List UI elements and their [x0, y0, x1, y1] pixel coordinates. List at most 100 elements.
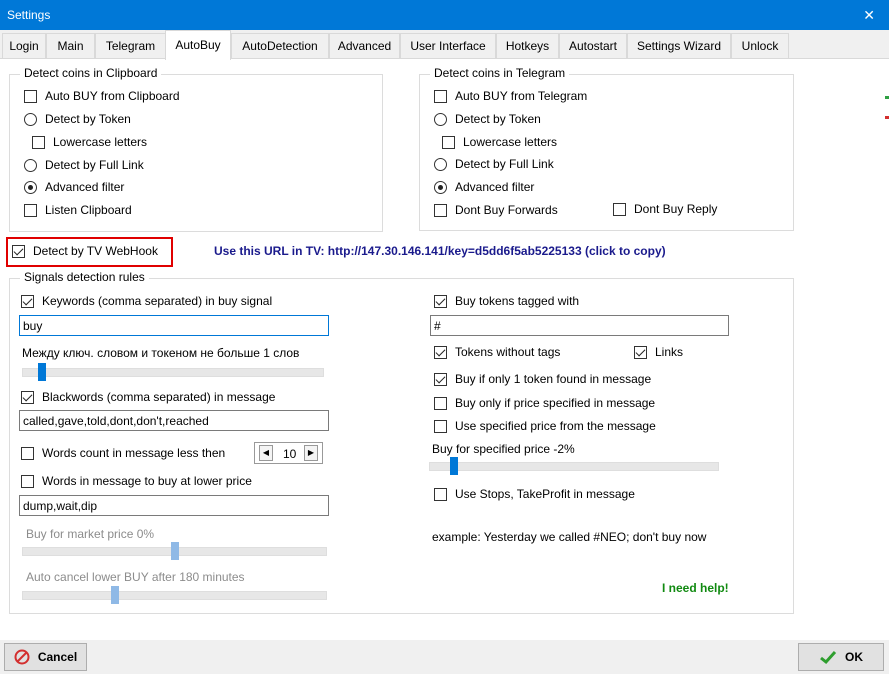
checkbox-box[interactable]	[434, 396, 447, 410]
dont-buy-reply-checkbox[interactable]: Dont Buy Reply	[613, 201, 717, 217]
without-tags-checkbox[interactable]: Tokens without tags	[434, 344, 560, 360]
dont-buy-forwards-checkbox[interactable]: Dont Buy Forwards	[434, 202, 558, 218]
checkbox-box[interactable]	[434, 419, 447, 433]
only-one-token-label: Buy if only 1 token found in message	[455, 372, 652, 386]
checkbox-box[interactable]	[634, 345, 647, 359]
specified-price-slider-track[interactable]	[429, 462, 719, 471]
telegram-detect-full-link-radio[interactable]: Detect by Full Link	[434, 156, 554, 172]
only-if-price-checkbox[interactable]: Buy only if price specified in message	[434, 395, 655, 411]
only-if-price-label: Buy only if price specified in message	[455, 396, 656, 410]
checkbox-box[interactable]	[24, 203, 37, 217]
radio-circle[interactable]	[434, 180, 447, 194]
tab-user-interface[interactable]: User Interface	[400, 33, 496, 59]
use-specified-price-checkbox[interactable]: Use specified price from the message	[434, 418, 656, 434]
checkbox-box[interactable]	[24, 89, 37, 103]
use-stops-checkbox[interactable]: Use Stops, TakeProfit in message	[434, 486, 635, 502]
checkbox-box[interactable]	[434, 89, 447, 103]
checkbox-box[interactable]	[442, 135, 455, 149]
use-stops-label: Use Stops, TakeProfit in message	[455, 487, 635, 501]
tv-webhook-checkbox[interactable]: Detect by TV WebHook	[12, 243, 158, 259]
auto-buy-clipboard-checkbox[interactable]: Auto BUY from Clipboard	[24, 88, 180, 104]
words-count-value: 10	[283, 447, 297, 461]
auto-buy-telegram-checkbox[interactable]: Auto BUY from Telegram	[434, 88, 587, 104]
tab-advanced[interactable]: Advanced	[329, 33, 400, 59]
clipboard-lowercase-checkbox[interactable]: Lowercase letters	[32, 134, 147, 150]
clipboard-detect-full-link-radio[interactable]: Detect by Full Link	[24, 157, 144, 173]
radio-circle[interactable]	[24, 112, 37, 126]
checkbox-box[interactable]	[434, 372, 447, 386]
checkbox-box[interactable]	[21, 474, 34, 488]
tagged-checkbox[interactable]: Buy tokens tagged with	[434, 293, 579, 309]
clipboard-detect-by-token-label: Detect by Token	[45, 112, 131, 126]
auto-buy-telegram-label: Auto BUY from Telegram	[455, 89, 588, 103]
webhook-url-link[interactable]: Use this URL in TV: http://147.30.146.14…	[214, 244, 666, 258]
checkbox-box[interactable]	[613, 202, 626, 216]
close-icon[interactable]: ✕	[863, 7, 875, 24]
telegram-lowercase-checkbox[interactable]: Lowercase letters	[442, 134, 557, 150]
cancel-button[interactable]: Cancel	[4, 643, 87, 671]
tab-settings-wizard[interactable]: Settings Wizard	[627, 33, 731, 59]
words-count-stepper[interactable]: ◀ 10 ▶	[254, 442, 323, 464]
tab-telegram[interactable]: Telegram	[95, 33, 166, 59]
ok-button[interactable]: OK	[798, 643, 884, 671]
stepper-decrement-icon[interactable]: ◀	[259, 445, 273, 461]
checkbox-box[interactable]	[21, 294, 34, 308]
blackwords-label: Blackwords (comma separated) in message	[42, 390, 276, 404]
words-count-label: Words count in message less then	[42, 446, 226, 460]
tv-webhook-label: Detect by TV WebHook	[33, 244, 158, 258]
radio-circle[interactable]	[24, 180, 37, 194]
example-text: example: Yesterday we called #NEO; don't…	[432, 530, 707, 544]
checkbox-box[interactable]	[21, 390, 34, 404]
window-title: Settings	[7, 8, 51, 22]
tab-unlock[interactable]: Unlock	[731, 33, 789, 59]
tab-autobuy[interactable]: AutoBuy	[165, 30, 231, 60]
clipboard-lowercase-label: Lowercase letters	[53, 135, 148, 149]
auto-cancel-label: Auto cancel lower BUY after 180 minutes	[26, 570, 245, 584]
checkbox-box[interactable]	[21, 446, 34, 460]
checkbox-box[interactable]	[434, 487, 447, 501]
only-one-token-checkbox[interactable]: Buy if only 1 token found in message	[434, 371, 651, 387]
keywords-input[interactable]	[19, 315, 329, 336]
blackwords-input[interactable]	[19, 410, 329, 431]
links-checkbox[interactable]: Links	[634, 344, 683, 360]
tab-main[interactable]: Main	[46, 33, 95, 59]
lower-price-words-input[interactable]	[19, 495, 329, 516]
blackwords-checkbox[interactable]: Blackwords (comma separated) in message	[21, 389, 275, 405]
checkbox-box[interactable]	[32, 135, 45, 149]
clipboard-advanced-filter-radio[interactable]: Advanced filter	[24, 179, 124, 195]
keywords-checkbox[interactable]: Keywords (comma separated) in buy signal	[21, 293, 272, 309]
checkbox-box[interactable]	[434, 294, 447, 308]
help-link[interactable]: I need help!	[662, 581, 729, 595]
auto-cancel-slider-track[interactable]	[22, 591, 327, 600]
tab-autodetection[interactable]: AutoDetection	[231, 33, 329, 59]
checkbox-box[interactable]	[12, 244, 25, 258]
clipboard-detect-by-token-radio[interactable]: Detect by Token	[24, 111, 131, 127]
listen-clipboard-label: Listen Clipboard	[45, 203, 132, 217]
checkmark-icon	[819, 649, 837, 665]
telegram-detect-by-token-radio[interactable]: Detect by Token	[434, 111, 541, 127]
specified-price-slider-thumb[interactable]	[450, 457, 458, 475]
specified-price-label: Buy for specified price -2%	[432, 442, 575, 456]
radio-circle[interactable]	[434, 157, 447, 171]
radio-circle[interactable]	[434, 112, 447, 126]
distance-slider-thumb[interactable]	[38, 363, 46, 381]
listen-clipboard-checkbox[interactable]: Listen Clipboard	[24, 202, 132, 218]
telegram-advanced-filter-radio[interactable]: Advanced filter	[434, 179, 534, 195]
tab-hotkeys[interactable]: Hotkeys	[496, 33, 559, 59]
auto-buy-clipboard-label: Auto BUY from Clipboard	[45, 89, 180, 103]
checkbox-box[interactable]	[434, 203, 447, 217]
tab-content-autobuy: Detect coins in Clipboard Auto BUY from …	[0, 58, 889, 640]
market-price-slider-thumb[interactable]	[171, 542, 179, 560]
radio-circle[interactable]	[24, 158, 37, 172]
words-count-checkbox[interactable]: Words count in message less then	[21, 445, 225, 461]
auto-cancel-slider-thumb[interactable]	[111, 586, 119, 604]
stepper-increment-icon[interactable]: ▶	[304, 445, 318, 461]
tag-input[interactable]	[430, 315, 729, 336]
checkbox-box[interactable]	[434, 345, 447, 359]
dont-buy-reply-label: Dont Buy Reply	[634, 202, 718, 216]
tab-login[interactable]: Login	[2, 33, 46, 59]
distance-slider-track[interactable]	[22, 368, 324, 377]
lower-price-checkbox[interactable]: Words in message to buy at lower price	[21, 473, 252, 489]
tab-autostart[interactable]: Autostart	[559, 33, 627, 59]
telegram-lowercase-label: Lowercase letters	[463, 135, 558, 149]
